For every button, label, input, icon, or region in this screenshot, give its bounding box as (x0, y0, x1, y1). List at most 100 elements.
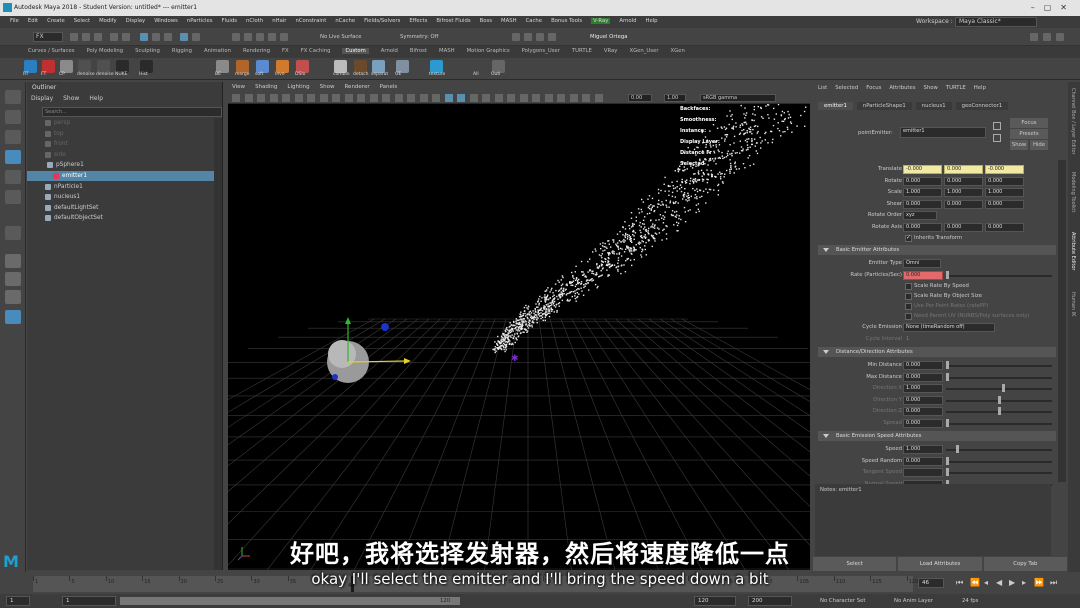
menu-item[interactable]: nConstraint (295, 18, 326, 24)
menu-item[interactable]: nCloth (246, 18, 263, 24)
focus-button[interactable]: Focus (1010, 118, 1048, 128)
transform-field[interactable]: 0.000 (903, 176, 942, 186)
menu-item[interactable]: Cache (526, 18, 542, 24)
shelf-tab[interactable]: FX (282, 48, 289, 54)
viewport-toolbar-icon[interactable] (294, 94, 303, 102)
single-perspective-layout-icon[interactable] (5, 254, 21, 268)
shelf-tab[interactable]: Custom (342, 48, 369, 54)
ipr-render-icon[interactable] (536, 33, 544, 41)
viewport-menu-item[interactable]: Renderer (344, 82, 369, 92)
distance-field[interactable]: 0.000 (903, 361, 943, 370)
outliner-row[interactable]: defaultLightSet (27, 203, 214, 213)
rotate-axis-field[interactable]: 0.000 (985, 222, 1024, 232)
pause-ipr-icon[interactable] (548, 33, 556, 41)
toggle-attribute-editor-icon[interactable] (1043, 33, 1051, 41)
viewport-toolbar-icon[interactable] (444, 94, 453, 102)
anim-layer-dropdown[interactable]: No Anim Layer (894, 598, 933, 604)
menu-item[interactable]: Modify (99, 18, 117, 24)
menu-item[interactable]: Windows (154, 18, 178, 24)
menu-item[interactable]: Help (645, 18, 657, 24)
gamma-field[interactable]: 1.00 (664, 94, 686, 102)
workspace-dropdown[interactable]: Maya Classic* (955, 17, 1037, 27)
distance-field[interactable]: 0.000 (903, 418, 943, 428)
render-view-icon[interactable] (512, 33, 520, 41)
slider-handle[interactable] (956, 445, 959, 453)
hide-button[interactable]: Hide (1030, 140, 1048, 150)
select-hierarchy-icon[interactable] (140, 33, 148, 41)
viewport-toolbar-icon[interactable] (482, 94, 490, 102)
viewport-toolbar-icon[interactable] (269, 94, 278, 102)
menu-item[interactable]: nCache (335, 18, 355, 24)
menu-item[interactable]: Create (47, 18, 65, 24)
distance-field[interactable]: 1.000 (903, 384, 943, 393)
attribute-slider[interactable] (946, 376, 1052, 379)
slider-handle[interactable] (946, 468, 949, 476)
viewport-menu-item[interactable]: Shading (255, 82, 277, 92)
snap-view-plane-icon[interactable] (268, 33, 276, 41)
shelf-tab[interactable]: Animation (204, 48, 231, 54)
viewport-toolbar-icon[interactable] (557, 94, 565, 102)
slider-handle[interactable] (946, 270, 949, 279)
menu-item[interactable]: Bifrost Fluids (436, 18, 470, 24)
slider-handle[interactable] (998, 395, 1001, 404)
rotate-order-dropdown[interactable]: xyz (903, 211, 937, 220)
attribute-tab[interactable]: nParticleShape1 (856, 102, 912, 110)
node-name-field[interactable]: emitter1 (900, 127, 986, 138)
shelf-tab[interactable]: MASH (439, 48, 455, 54)
transform-field[interactable]: 1.000 (985, 188, 1024, 197)
exposure-field[interactable]: 0.00 (628, 94, 652, 102)
viewport-toolbar-icon[interactable] (369, 94, 378, 102)
viewport-toolbar-icon[interactable] (382, 94, 390, 102)
shelf-tab[interactable]: VRay (604, 48, 618, 54)
viewport-toolbar-icon[interactable] (307, 94, 315, 102)
menu-item[interactable]: Bonus Tools (551, 18, 582, 24)
menu-item[interactable]: File (10, 18, 19, 24)
viewport-toolbar-icon[interactable] (569, 94, 578, 102)
slider-handle[interactable] (946, 361, 949, 369)
tab-attribute-editor[interactable]: Attribute Editor (1070, 232, 1076, 270)
show-button[interactable]: Show (1010, 140, 1028, 150)
outliner-row[interactable]: nucleus1 (27, 192, 214, 202)
color-space-dropdown[interactable]: sRGB gamma (700, 94, 776, 102)
toggle-channel-box-icon[interactable] (1056, 33, 1064, 41)
shelf-tab[interactable]: Motion Graphics (467, 48, 510, 54)
viewport-menu-item[interactable]: Lighting (287, 82, 309, 92)
attribute-editor-menu-item[interactable]: TURTLE (946, 85, 966, 91)
speed-field[interactable] (903, 468, 943, 477)
tab-modeling-toolkit[interactable]: Modeling Toolkit (1070, 172, 1076, 212)
viewport-toolbar-icon[interactable] (532, 94, 540, 102)
shelf-tab[interactable]: Poly Modeling (86, 48, 123, 54)
toggle-modeling-toolkit-icon[interactable] (1030, 33, 1038, 41)
symmetry-label[interactable]: Symmetry: Off (400, 34, 438, 40)
menu-item[interactable]: Fluids (222, 18, 237, 24)
attribute-tab[interactable]: emitter1 (818, 102, 853, 110)
viewport-toolbar-icon[interactable] (494, 94, 503, 102)
transform-field[interactable]: -0.000 (903, 165, 942, 174)
distance-field[interactable]: 0.000 (903, 395, 943, 405)
character-set-dropdown[interactable]: No Character Set (820, 598, 865, 604)
select-object-icon[interactable] (152, 33, 160, 41)
shelf-tab[interactable]: Rigging (172, 48, 192, 54)
select-component-icon[interactable] (164, 33, 172, 41)
fps-dropdown[interactable]: 24 fps (962, 598, 978, 604)
scale-tool-icon[interactable] (5, 190, 21, 204)
shelf-tab[interactable]: FX Caching (301, 48, 331, 54)
transform-field[interactable]: 0.000 (944, 199, 983, 209)
attribute-slider[interactable] (946, 365, 1052, 367)
attribute-section[interactable]: Distance/Direction Attributes (818, 347, 1056, 357)
attribute-slider[interactable] (946, 472, 1052, 474)
slider-handle[interactable] (998, 407, 1001, 415)
viewport-toolbar-icon[interactable] (519, 94, 528, 102)
slider-handle[interactable] (946, 372, 949, 381)
attribute-section[interactable]: Basic Emission Speed Attributes (818, 431, 1056, 441)
presets-button[interactable]: Presets (1010, 129, 1048, 139)
outliner-menu-item[interactable]: Help (89, 95, 103, 102)
menu-item[interactable]: Display (126, 18, 146, 24)
viewport-menu-item[interactable]: Panels (380, 82, 398, 92)
attribute-checkbox[interactable] (905, 293, 912, 300)
transform-field[interactable]: -0.000 (985, 165, 1024, 174)
attribute-slider[interactable] (946, 449, 1052, 451)
attribute-editor-menu-item[interactable]: Attributes (889, 85, 915, 91)
rotate-tool-icon[interactable] (5, 170, 21, 184)
viewport-toolbar-icon[interactable] (544, 94, 553, 102)
